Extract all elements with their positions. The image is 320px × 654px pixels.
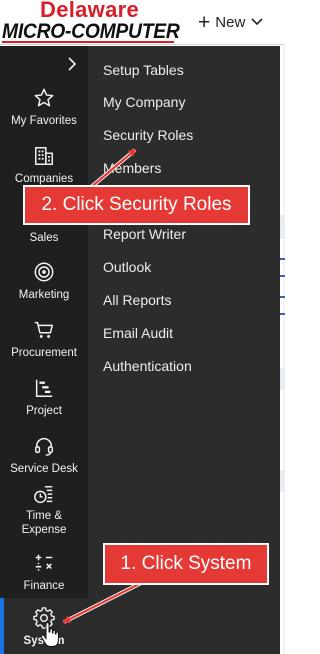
submenu-item-my-company[interactable]: My Company	[103, 94, 185, 110]
expand-nav-button[interactable]	[60, 54, 84, 74]
nav-label: My Favorites	[11, 115, 77, 127]
submenu-item-setup-tables[interactable]: Setup Tables	[103, 62, 184, 78]
nav-label: Companies	[14, 173, 74, 185]
chevron-right-icon	[68, 57, 77, 71]
company-logo[interactable]: Delaware MICRO-COMPUTER	[0, 0, 185, 45]
project-icon	[32, 376, 56, 400]
nav-label: Marketing	[18, 289, 70, 301]
nav-item-time-expense[interactable]: Time & Expense	[0, 483, 88, 537]
nav-label: Time &	[26, 510, 62, 522]
nav-label-line2: Expense	[21, 524, 67, 536]
new-button-label: New	[215, 13, 246, 31]
callout-step-2-text: 2. Click Security Roles	[41, 194, 232, 215]
top-bar: Delaware MICRO-COMPUTER + New	[0, 0, 285, 45]
left-navigation: My Favorites Companies Sales Marketing P…	[0, 46, 88, 654]
nav-label: Finance	[23, 580, 65, 592]
submenu-item-authentication[interactable]: Authentication	[103, 358, 192, 374]
chevron-down-icon	[251, 18, 263, 26]
nav-item-service-desk[interactable]: Service Desk	[0, 434, 88, 476]
nav-item-marketing[interactable]: Marketing	[0, 260, 88, 302]
callout-step-1: 1. Click System	[105, 545, 267, 583]
submenu-item-report-writer[interactable]: Report Writer	[103, 226, 186, 242]
cart-icon	[32, 318, 56, 342]
submenu-item-all-reports[interactable]: All Reports	[103, 292, 171, 308]
nav-item-finance[interactable]: Finance	[0, 551, 88, 593]
submenu-item-email-audit[interactable]: Email Audit	[103, 325, 173, 341]
callout-step-1-text: 1. Click System	[120, 553, 252, 574]
new-button[interactable]: + New	[198, 9, 263, 35]
target-icon	[32, 260, 56, 284]
submenu-item-members[interactable]: Members	[103, 160, 161, 176]
nav-label: Procurement	[11, 347, 77, 359]
headset-icon	[32, 434, 56, 458]
hand-cursor-icon	[40, 622, 59, 647]
time-expense-icon	[32, 483, 56, 507]
nav-item-project[interactable]: Project	[0, 376, 88, 418]
submenu-item-security-roles[interactable]: Security Roles	[103, 127, 193, 143]
content-area	[283, 46, 285, 654]
star-icon	[32, 86, 56, 110]
building-icon	[32, 144, 56, 168]
nav-item-companies[interactable]: Companies	[0, 144, 88, 186]
nav-item-procurement[interactable]: Procurement	[0, 318, 88, 360]
plus-icon: +	[198, 10, 211, 34]
nav-item-my-favorites[interactable]: My Favorites	[0, 86, 88, 128]
submenu-item-outlook[interactable]: Outlook	[103, 259, 151, 275]
callout-step-2: 2. Click Security Roles	[25, 187, 248, 223]
nav-label: Service Desk	[10, 463, 78, 475]
nav-label: Project	[26, 405, 62, 417]
nav-label: Sales	[29, 232, 59, 244]
logo-underline	[2, 41, 174, 43]
calculator-icon	[32, 551, 56, 575]
